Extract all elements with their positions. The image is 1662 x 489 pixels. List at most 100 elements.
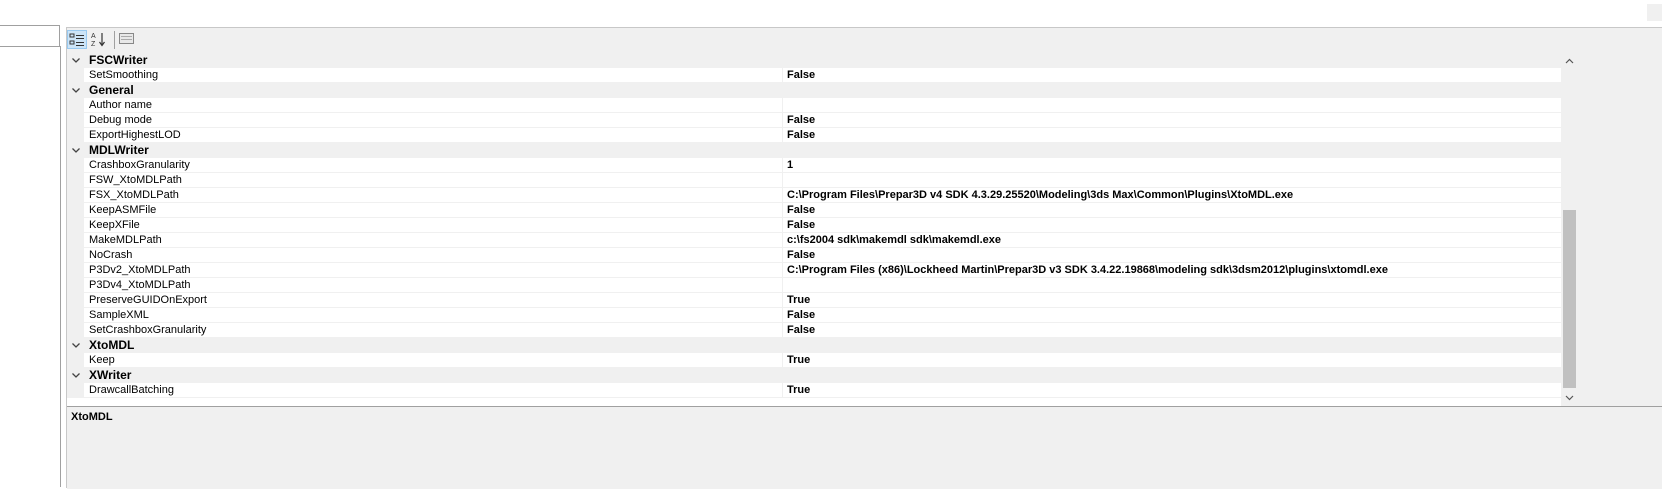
- left-input-field[interactable]: [0, 25, 60, 47]
- property-row[interactable]: MakeMDLPath c:\fs2004 sdk\makemdl sdk\mak…: [67, 233, 1561, 248]
- sort-az-icon: A Z: [91, 33, 105, 48]
- property-name: Keep: [89, 354, 115, 366]
- row-margin: [67, 353, 84, 368]
- property-grid: A Z FSCWriter SetSmoothing False General Aut…: [66, 27, 1662, 489]
- category-row[interactable]: FSCWriter: [67, 53, 1561, 68]
- property-name: NoCrash: [89, 249, 133, 261]
- property-value[interactable]: [782, 278, 1561, 293]
- row-margin: [67, 263, 84, 278]
- row-margin: [67, 203, 84, 218]
- property-row[interactable]: NoCrash False: [67, 248, 1561, 263]
- scroll-up-button[interactable]: [1561, 53, 1578, 70]
- vertical-scrollbar[interactable]: [1561, 53, 1578, 406]
- property-name: P3Dv2_XtoMDLPath: [89, 264, 191, 276]
- row-margin: [67, 293, 84, 308]
- chevron-down-icon[interactable]: [71, 341, 81, 350]
- chevron-down-icon[interactable]: [71, 56, 81, 65]
- row-margin: [67, 218, 84, 233]
- chevron-down-icon[interactable]: [71, 146, 81, 155]
- category-row[interactable]: XtoMDL: [67, 338, 1561, 353]
- property-value[interactable]: False: [782, 128, 1561, 143]
- property-grid-toolbar: A Z: [67, 28, 1662, 53]
- property-row[interactable]: DrawcallBatching True: [67, 383, 1561, 398]
- property-name: MakeMDLPath: [89, 234, 162, 246]
- row-margin: [67, 128, 84, 143]
- left-pane: [0, 0, 61, 487]
- alphabetical-button[interactable]: A Z: [89, 30, 109, 49]
- property-value[interactable]: False: [782, 113, 1561, 128]
- category-row[interactable]: General: [67, 83, 1561, 98]
- property-row[interactable]: FSX_XtoMDLPath C:\Program Files\Prepar3D …: [67, 188, 1561, 203]
- property-name: ExportHighestLOD: [89, 129, 181, 141]
- property-value[interactable]: C:\Program Files\Prepar3D v4 SDK 4.3.29.…: [782, 188, 1561, 203]
- left-divider: [60, 46, 61, 487]
- property-row[interactable]: Debug mode False: [67, 113, 1561, 128]
- property-row[interactable]: KeepASMFile False: [67, 203, 1561, 218]
- property-value[interactable]: True: [782, 293, 1561, 308]
- property-value[interactable]: False: [782, 323, 1561, 338]
- row-margin: [67, 113, 84, 128]
- property-name: KeepASMFile: [89, 204, 157, 216]
- property-row[interactable]: KeepXFile False: [67, 218, 1561, 233]
- toolbar-separator: [114, 31, 115, 49]
- property-value[interactable]: False: [782, 308, 1561, 323]
- description-title: XtoMDL: [71, 411, 113, 423]
- property-row[interactable]: Keep True: [67, 353, 1561, 368]
- svg-text:A: A: [91, 33, 96, 40]
- corner-button[interactable]: [1647, 4, 1662, 21]
- row-margin: [67, 278, 84, 293]
- property-name: PreserveGUIDOnExport: [89, 294, 207, 306]
- property-value[interactable]: False: [782, 218, 1561, 233]
- svg-text:Z: Z: [91, 41, 96, 48]
- property-value[interactable]: c:\fs2004 sdk\makemdl sdk\makemdl.exe: [782, 233, 1561, 248]
- row-margin: [67, 323, 84, 338]
- category-row[interactable]: MDLWriter: [67, 143, 1561, 158]
- property-value[interactable]: False: [782, 68, 1561, 83]
- property-name: Author name: [89, 99, 152, 111]
- row-margin: [67, 233, 84, 248]
- property-value[interactable]: [782, 173, 1561, 188]
- categorized-button[interactable]: [67, 30, 87, 49]
- chevron-down-icon[interactable]: [71, 86, 81, 95]
- category-name: MDLWriter: [89, 143, 149, 157]
- property-name: SampleXML: [89, 309, 149, 321]
- property-value[interactable]: False: [782, 248, 1561, 263]
- row-margin: [67, 173, 84, 188]
- chevron-down-icon[interactable]: [71, 371, 81, 380]
- row-margin: [67, 68, 84, 83]
- property-row[interactable]: SetCrashboxGranularity False: [67, 323, 1561, 338]
- category-name: XWriter: [89, 368, 132, 382]
- property-name: CrashboxGranularity: [89, 159, 190, 171]
- property-row[interactable]: ExportHighestLOD False: [67, 128, 1561, 143]
- property-name: Debug mode: [89, 114, 152, 126]
- property-row[interactable]: FSW_XtoMDLPath: [67, 173, 1561, 188]
- property-value[interactable]: False: [782, 203, 1561, 218]
- property-value[interactable]: True: [782, 383, 1561, 398]
- property-row[interactable]: CrashboxGranularity 1: [67, 158, 1561, 173]
- property-value[interactable]: 1: [782, 158, 1561, 173]
- property-value[interactable]: [782, 98, 1561, 113]
- property-row[interactable]: P3Dv4_XtoMDLPath: [67, 278, 1561, 293]
- property-name: FSX_XtoMDLPath: [89, 189, 179, 201]
- property-rows: FSCWriter SetSmoothing False General Author …: [67, 53, 1561, 406]
- category-row[interactable]: XWriter: [67, 368, 1561, 383]
- row-margin: [67, 248, 84, 263]
- scrollbar-thumb[interactable]: [1563, 210, 1576, 388]
- property-value[interactable]: True: [782, 353, 1561, 368]
- row-margin: [67, 158, 84, 173]
- property-row[interactable]: SampleXML False: [67, 308, 1561, 323]
- row-margin: [67, 188, 84, 203]
- property-row[interactable]: PreserveGUIDOnExport True: [67, 293, 1561, 308]
- property-row[interactable]: P3Dv2_XtoMDLPath C:\Program Files (x86)\L…: [67, 263, 1561, 278]
- property-name: KeepXFile: [89, 219, 140, 231]
- property-pages-button[interactable]: [117, 30, 137, 49]
- property-name: FSW_XtoMDLPath: [89, 174, 182, 186]
- property-row[interactable]: Author name: [67, 98, 1561, 113]
- chevron-up-icon: [1565, 58, 1574, 64]
- property-value[interactable]: C:\Program Files (x86)\Lockheed Martin\P…: [782, 263, 1561, 278]
- property-row[interactable]: SetSmoothing False: [67, 68, 1561, 83]
- property-name: DrawcallBatching: [89, 384, 174, 396]
- scroll-down-button[interactable]: [1561, 389, 1578, 406]
- row-margin: [67, 308, 84, 323]
- property-name: SetCrashboxGranularity: [89, 324, 207, 336]
